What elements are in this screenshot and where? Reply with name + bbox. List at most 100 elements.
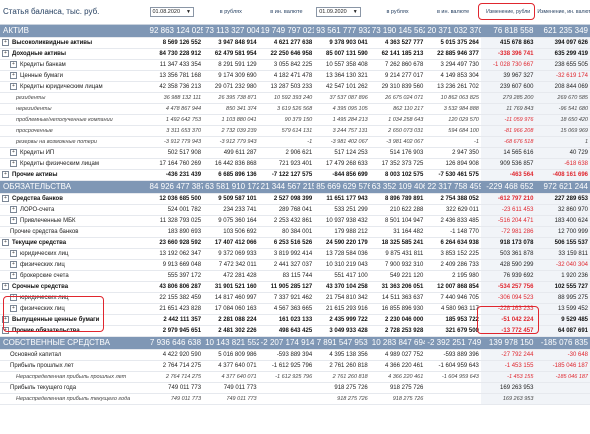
- table-row[interactable]: + Ценные бумаги 13 356 781 168 9 174 309 69…: [0, 70, 590, 82]
- table-row[interactable]: + Кредиты юридическим лицам 42 358 736 213…: [0, 81, 590, 93]
- value-cell: 2 732 039 239: [203, 125, 259, 137]
- row-label-text: Кредиты юридическим лицам: [20, 84, 103, 90]
- value-cell: 17 084 060 163: [203, 303, 259, 315]
- expand-toggle-icon[interactable]: +: [10, 82, 17, 90]
- value-cell: 4 377 640 071: [203, 360, 259, 372]
- value-cell: -593 889 394: [258, 349, 315, 361]
- table-row[interactable]: + брокерские счета 555 397 172 472 281 428 8…: [0, 270, 590, 282]
- row-label: + Ценные бумаги: [0, 70, 148, 82]
- table-row[interactable]: + Средства банков 12 036 685 500 9 509 587 …: [0, 193, 590, 205]
- table-row[interactable]: + Высоколиквидные активы 8 569 126 552 3 94…: [0, 37, 590, 49]
- value-cell: 4 363 527 777: [369, 37, 426, 49]
- value-cell: -436 231 439: [147, 169, 204, 181]
- value-cell: 506 155 537: [535, 237, 590, 249]
- value-cell: 36 988 132 111: [147, 92, 204, 104]
- expand-toggle-icon[interactable]: +: [10, 260, 17, 268]
- row-label: + Срочные средства: [0, 281, 148, 293]
- col-header-change-fx: Изменение, ин. валюта: [535, 0, 590, 25]
- value-cell: 9 875 431 811: [369, 248, 426, 260]
- value-cell: -612 797 210: [480, 193, 536, 205]
- expand-toggle-icon[interactable]: +: [2, 194, 9, 202]
- expand-toggle-icon[interactable]: +: [2, 282, 9, 290]
- table-row[interactable]: + юридических лиц 13 192 062 347 9 372 069 …: [0, 248, 590, 260]
- value-cell: 721 923 401: [258, 158, 315, 170]
- value-cell: 549 221 120: [369, 270, 426, 282]
- expand-toggle-icon[interactable]: +: [2, 38, 9, 46]
- value-cell: 862 110 217: [369, 103, 426, 115]
- table-row[interactable]: + Текущие средства 23 660 928 592 17 407 41…: [0, 237, 590, 249]
- value-cell: 239 607 600: [480, 81, 536, 93]
- expand-toggle-icon[interactable]: +: [10, 304, 17, 312]
- value-cell: 37 537 087 896: [314, 92, 370, 104]
- table-row[interactable]: + Срочные средства 43 806 806 287 31 901 52…: [0, 281, 590, 293]
- expand-toggle-icon[interactable]: +: [10, 148, 17, 156]
- value-cell: 2 754 388 052: [425, 193, 481, 205]
- expand-toggle-icon[interactable]: +: [2, 315, 9, 323]
- row-label-text: Нераспределенная прибыль прошлых лет: [16, 374, 127, 380]
- expand-toggle-icon[interactable]: +: [10, 60, 17, 68]
- value-cell: [425, 393, 481, 405]
- expand-toggle-icon[interactable]: +: [2, 49, 9, 57]
- expand-toggle-icon[interactable]: +: [2, 326, 9, 334]
- value-cell: 428 590 299: [480, 259, 536, 271]
- value-cell: 32 860 970: [535, 204, 590, 216]
- value-cell: 85 669 629 576: [314, 180, 370, 194]
- table-row[interactable]: + юридических лиц 22 155 382 459 14 817 460…: [0, 292, 590, 304]
- expand-toggle-icon[interactable]: +: [10, 205, 17, 213]
- value-cell: -23 611 453: [480, 204, 536, 216]
- value-cell: 10 592 393 240: [258, 92, 315, 104]
- expand-toggle-icon[interactable]: +: [2, 170, 9, 178]
- expand-toggle-icon[interactable]: +: [10, 216, 17, 224]
- row-label-text: Основной капитал: [10, 352, 62, 358]
- expand-toggle-icon[interactable]: +: [10, 271, 17, 279]
- table-row[interactable]: + Привлеченные МБК 11 328 793 025 9 075 360…: [0, 215, 590, 227]
- value-cell: 227 289 653: [535, 193, 590, 205]
- expand-toggle-icon[interactable]: +: [10, 159, 17, 167]
- row-label-text: Прочие активы: [12, 172, 58, 178]
- value-cell: 9 372 069 933: [203, 248, 259, 260]
- value-cell: 4 621 277 638: [258, 37, 315, 49]
- value-cell: 503 361 878: [480, 248, 536, 260]
- value-cell: 11 905 285 127: [258, 281, 315, 293]
- value-cell: 909 536 857: [480, 158, 536, 170]
- table-row[interactable]: + ЛОРО-счета 524 001 782 234 233 741 289 768…: [0, 204, 590, 216]
- value-cell: 4 567 363 665: [258, 303, 315, 315]
- value-cell: -27 792 244: [480, 349, 536, 361]
- value-cell: 9 174 309 690: [203, 70, 259, 82]
- table-row[interactable]: + Кредиты ИП 502 517 908 499 611 287 2 906 6…: [0, 147, 590, 159]
- value-cell: 234 233 741: [203, 204, 259, 216]
- row-label: + Кредиты ИП: [0, 147, 148, 159]
- value-cell: 579 614 131: [258, 125, 315, 137]
- value-cell: 10 143 821 552: [203, 336, 259, 350]
- value-cell: 183 890 693: [147, 226, 204, 238]
- value-cell: -81 966 208: [480, 125, 536, 137]
- expand-toggle-icon[interactable]: +: [2, 238, 9, 246]
- date-picker-end[interactable]: 01.09.2020 ▼: [314, 0, 370, 25]
- value-cell: 16 855 896 930: [369, 303, 426, 315]
- table-row[interactable]: + Прочие обязательства 2 979 945 651 2 481 …: [0, 325, 590, 337]
- value-cell: 13 192 062 347: [147, 248, 204, 260]
- table-row[interactable]: + физических лиц 9 913 669 048 7 472 342 01…: [0, 259, 590, 271]
- table-row[interactable]: + Кредиты физическим лицам 17 164 760 269 1…: [0, 158, 590, 170]
- table-row: Нераспределенная прибыль прошлых лет 2 76…: [0, 371, 590, 383]
- value-cell: 88 995 275: [535, 292, 590, 304]
- value-cell: 2 409 286 733: [425, 259, 481, 271]
- expand-toggle-icon[interactable]: +: [10, 293, 17, 301]
- row-label: + юридических лиц: [0, 248, 148, 260]
- expand-toggle-icon[interactable]: +: [10, 249, 17, 257]
- row-label-text: юридических лиц: [20, 295, 69, 301]
- table-row[interactable]: + физических лиц 21 651 423 828 17 084 060 …: [0, 303, 590, 315]
- row-label-text: нерезиденты: [16, 106, 52, 112]
- row-label-text: Кредиты физическим лицам: [20, 161, 99, 167]
- value-cell: 4 989 027 752: [369, 349, 426, 361]
- table-row[interactable]: + Прочие активы -436 231 439 6 685 896 136-…: [0, 169, 590, 181]
- value-cell: 8 501 104 947: [369, 215, 426, 227]
- date-picker-start[interactable]: 01.08.2020 ▼: [147, 0, 204, 25]
- expand-toggle-icon[interactable]: +: [10, 71, 17, 79]
- table-row[interactable]: + Кредиты банкам 11 347 433 354 8 291 591 1…: [0, 59, 590, 71]
- value-cell: -96 541 680: [535, 103, 590, 115]
- table-row[interactable]: + Выпущенные ценные бумаги 2 442 111 357 2 …: [0, 314, 590, 326]
- row-label-text: Высоколиквидные активы: [12, 40, 93, 46]
- table-row[interactable]: + Доходные активы 84 730 228 912 62 479 581…: [0, 48, 590, 60]
- value-cell: 502 517 908: [147, 147, 204, 159]
